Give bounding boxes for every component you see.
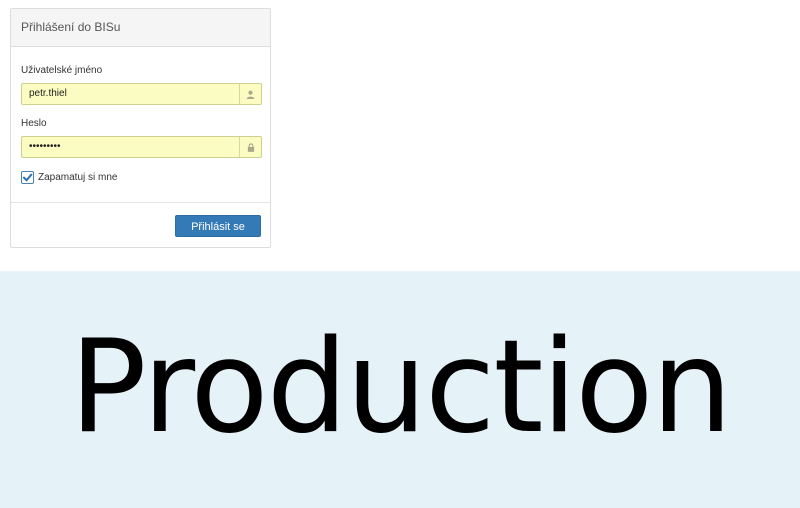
top-area: Přihlášení do BISu Uživatelské jméno Hes… xyxy=(0,0,800,271)
remember-me-row: Zapamatuj si mne xyxy=(21,171,260,184)
login-form: Uživatelské jméno Heslo xyxy=(11,47,270,203)
password-input-group xyxy=(21,136,262,158)
lock-icon xyxy=(239,137,261,157)
password-label: Heslo xyxy=(21,118,47,129)
environment-banner: Production xyxy=(0,271,800,508)
panel-footer: Přihlásit se xyxy=(11,203,270,247)
username-input[interactable] xyxy=(22,84,239,104)
environment-label: Production xyxy=(69,313,733,462)
panel-title: Přihlášení do BISu xyxy=(11,9,270,47)
username-label: Uživatelské jméno xyxy=(21,65,103,76)
remember-me-checkbox[interactable] xyxy=(21,171,34,184)
login-button[interactable]: Přihlásit se xyxy=(175,215,261,237)
checkmark-icon xyxy=(22,173,33,182)
remember-me-label[interactable]: Zapamatuj si mne xyxy=(38,172,117,183)
password-input[interactable] xyxy=(22,137,239,157)
login-panel: Přihlášení do BISu Uživatelské jméno Hes… xyxy=(10,8,271,248)
user-icon xyxy=(239,84,261,104)
username-input-group xyxy=(21,83,262,105)
